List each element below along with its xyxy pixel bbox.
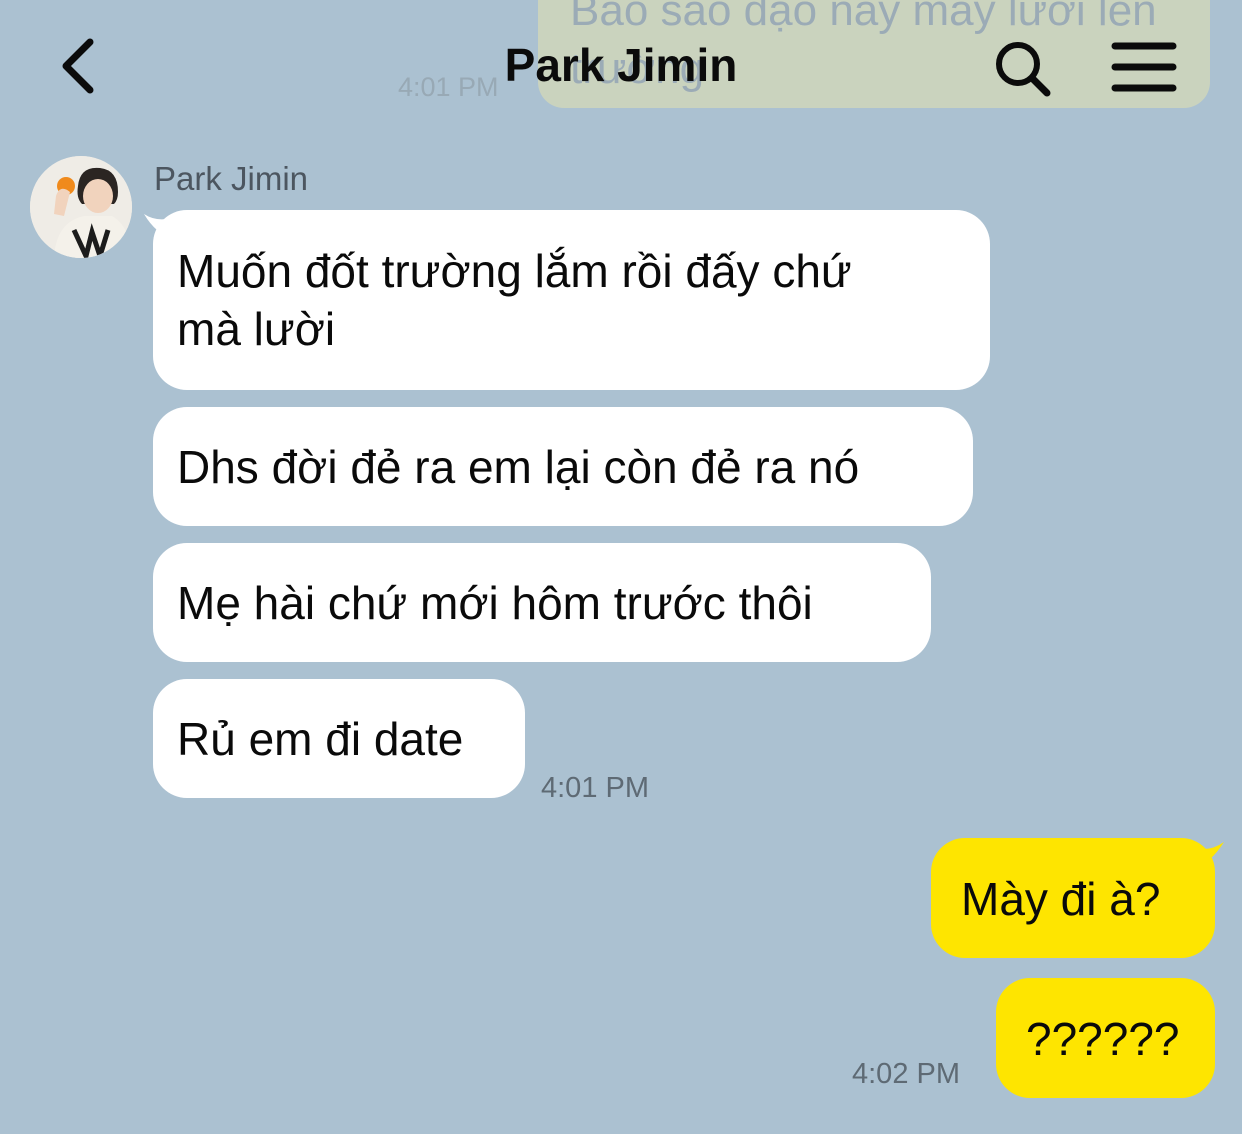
outgoing-timestamp: 4:02 PM — [852, 1058, 960, 1090]
profile-photo — [30, 156, 132, 258]
message-text-line-1: Muốn đốt trường lắm rồi đấy chứ — [177, 245, 852, 297]
hamburger-menu-icon — [1111, 42, 1177, 92]
incoming-timestamp: 4:01 PM — [541, 772, 649, 804]
message-text: Rủ em đi date — [177, 713, 464, 765]
message-text: Mẹ hài chứ mới hôm trước thôi — [177, 577, 813, 629]
message-text: Mày đi à? — [961, 873, 1161, 925]
message-text-line-2: mà lười — [177, 303, 336, 355]
sender-name: Park Jimin — [154, 160, 309, 197]
chat-header: Park Jimin — [0, 0, 1242, 130]
message-text: Dhs đời đẻ ra em lại còn đẻ ra nó — [177, 441, 860, 493]
incoming-message-1[interactable]: Muốn đốt trường lắm rồi đấy chứ mà lười — [153, 210, 990, 390]
incoming-message-3[interactable]: Mẹ hài chứ mới hôm trước thôi — [153, 543, 931, 662]
menu-button[interactable] — [1110, 40, 1178, 94]
message-text: ?????? — [1026, 1013, 1180, 1065]
sender-avatar[interactable] — [30, 156, 132, 258]
outgoing-message-2[interactable]: ?????? — [996, 978, 1215, 1098]
search-icon — [996, 42, 1051, 97]
search-button[interactable] — [992, 38, 1052, 98]
incoming-message-4[interactable]: Rủ em đi date — [153, 679, 525, 798]
chat-title: Park Jimin — [504, 39, 738, 91]
outgoing-message-1[interactable]: Mày đi à? — [931, 838, 1215, 958]
incoming-message-2[interactable]: Dhs đời đẻ ra em lại còn đẻ ra nó — [153, 407, 973, 526]
